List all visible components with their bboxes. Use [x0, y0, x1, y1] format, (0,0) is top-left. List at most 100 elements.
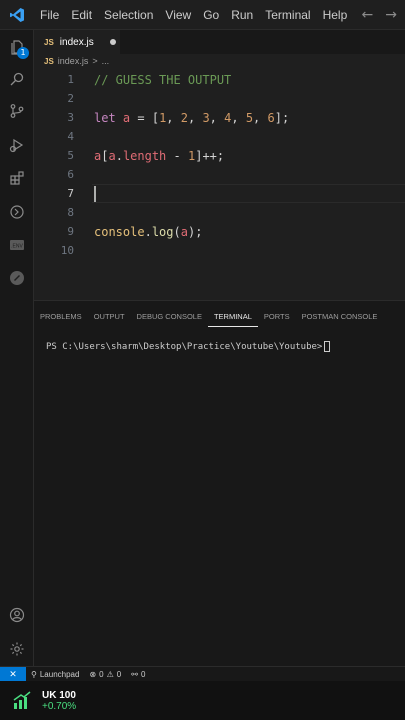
code-editor[interactable]: 1// GUESS THE OUTPUT 2 3 let a = [1, 2, 3, … — [34, 68, 405, 298]
explorer-icon[interactable]: 1 — [0, 32, 34, 62]
forward-arrow-icon[interactable]: → — [385, 7, 397, 23]
code-token: = [ — [130, 110, 160, 125]
search-icon[interactable] — [0, 64, 34, 94]
back-arrow-icon[interactable]: ← — [362, 7, 374, 23]
remote-indicator-icon[interactable]: ✕ — [0, 666, 26, 682]
tab-terminal[interactable]: TERMINAL — [207, 309, 258, 327]
code-token: log — [151, 224, 174, 239]
line-source: a[a.length - 1]++; — [94, 149, 224, 163]
title-bar: File Edit Selection View Go Run Terminal Help ←… — [0, 0, 405, 30]
ports-count: 0 — [140, 669, 146, 679]
code-token: length — [122, 148, 167, 163]
code-token: ( — [173, 224, 181, 239]
js-file-icon: JS — [44, 37, 54, 47]
code-token: a — [180, 224, 188, 239]
error-count: 0 — [99, 669, 104, 679]
launchpad-item[interactable]: ⚲ Launchpad — [26, 670, 84, 679]
tab-ports[interactable]: PORTS — [258, 309, 296, 327]
line-number: 7 — [67, 187, 74, 200]
code-line[interactable]: 5 a[a.length - 1]++; — [34, 146, 405, 165]
code-token: , — [166, 110, 181, 125]
menu-view[interactable]: View — [159, 0, 197, 30]
line-number: 5 — [67, 149, 74, 162]
line-number: 6 — [67, 168, 74, 181]
code-token: a — [108, 148, 116, 163]
menu-terminal[interactable]: Terminal — [259, 0, 316, 30]
code-token: // GUESS THE OUTPUT — [94, 72, 232, 87]
code-token: console — [94, 224, 145, 239]
line-source: let a = [1, 2, 3, 4, 5, 6]; — [94, 111, 289, 125]
code-line[interactable]: 7 — [34, 184, 405, 203]
menu-bar: File Edit Selection View Go Run Terminal Help — [34, 0, 353, 30]
unsaved-dot-icon[interactable] — [109, 39, 116, 45]
code-token: ]; — [274, 110, 290, 125]
tab-postman-console[interactable]: POSTMAN CONSOLE — [296, 309, 384, 327]
panel-tabs: PROBLEMS OUTPUT DEBUG CONSOLE TERMINAL PORTS… — [34, 309, 383, 327]
ticker-change: +0.70% — [42, 700, 77, 712]
stock-ticker: UK 100 +0.70% — [0, 681, 405, 720]
code-token: 3 — [202, 110, 210, 125]
problems-item[interactable]: ⊗ 0 ⚠ 0 — [84, 670, 126, 679]
code-token: , — [231, 110, 246, 125]
code-line[interactable]: 6 — [34, 165, 405, 184]
rocket-icon: ⚲ — [31, 669, 37, 679]
vscode-logo-icon — [0, 0, 34, 30]
menu-help[interactable]: Help — [317, 0, 354, 30]
breadcrumb: JS index.js > ... — [34, 54, 405, 68]
line-number: 4 — [67, 130, 74, 143]
breadcrumb-more[interactable]: ... — [102, 56, 110, 66]
tab-debug-console[interactable]: DEBUG CONSOLE — [131, 309, 208, 327]
line-source: console.log(a); — [94, 225, 202, 239]
code-token: , — [209, 110, 225, 125]
run-debug-icon[interactable] — [0, 130, 34, 160]
code-token: 2 — [180, 110, 188, 125]
menu-run[interactable]: Run — [225, 0, 259, 30]
ports-item[interactable]: ⚯ 0 — [126, 670, 150, 679]
code-line[interactable]: 10 — [34, 241, 405, 260]
terminal-prompt-text: PS C:\Users\sharm\Desktop\Practice\Youtu… — [46, 341, 323, 352]
postman-icon[interactable] — [0, 263, 34, 293]
nav-arrows: ← → — [362, 7, 405, 23]
account-icon[interactable] — [0, 600, 34, 630]
breadcrumb-file[interactable]: index.js — [58, 56, 89, 66]
bottom-panel: PROBLEMS OUTPUT DEBUG CONSOLE TERMINAL PORTS… — [34, 300, 405, 666]
code-line[interactable]: 4 — [34, 127, 405, 146]
activity-bar: 1 .ENV — [0, 30, 34, 666]
tab-output[interactable]: OUTPUT — [88, 309, 131, 327]
menu-file[interactable]: File — [34, 0, 65, 30]
ports-icon: ⚯ — [131, 669, 138, 679]
code-line[interactable]: 3 let a = [1, 2, 3, 4, 5, 6]; — [34, 108, 405, 127]
env-file-icon[interactable]: .ENV — [0, 230, 34, 260]
terminal-prompt[interactable]: PS C:\Users\sharm\Desktop\Practice\Youtu… — [46, 341, 331, 352]
svg-text:.ENV: .ENV — [11, 244, 23, 250]
breadcrumb-separator: > — [92, 56, 98, 66]
line-number: 1 — [67, 73, 74, 86]
tab-label: index.js — [59, 36, 94, 48]
terminal-cursor — [324, 341, 331, 352]
line-number: 8 — [67, 206, 74, 219]
status-bar: ✕ ⚲ Launchpad ⊗ 0 ⚠ 0 ⚯ 0 — [0, 666, 405, 682]
code-line[interactable]: 8 — [34, 203, 405, 222]
code-line[interactable]: 9 console.log(a); — [34, 222, 405, 241]
line-source: // GUESS THE OUTPUT — [94, 73, 231, 87]
ticker-name: UK 100 — [42, 689, 76, 701]
line-number: 10 — [60, 244, 74, 257]
source-control-icon[interactable] — [0, 96, 34, 126]
remote-explorer-icon[interactable] — [0, 197, 34, 227]
line-number: 2 — [67, 92, 74, 105]
menu-edit[interactable]: Edit — [65, 0, 98, 30]
code-line[interactable]: 2 — [34, 89, 405, 108]
menu-go[interactable]: Go — [197, 0, 225, 30]
tab-index-js[interactable]: JS index.js — [34, 30, 120, 54]
code-token: 5 — [245, 110, 254, 125]
tab-problems[interactable]: PROBLEMS — [34, 309, 88, 327]
settings-gear-icon[interactable] — [0, 634, 34, 664]
explorer-badge: 1 — [17, 47, 29, 59]
code-token: , — [253, 110, 268, 125]
code-line[interactable]: 1 // GUESS THE OUTPUT — [34, 70, 405, 89]
line-number: 9 — [67, 225, 74, 238]
extensions-icon[interactable] — [0, 163, 34, 193]
menu-selection[interactable]: Selection — [98, 0, 159, 30]
current-line-highlight — [92, 184, 405, 203]
